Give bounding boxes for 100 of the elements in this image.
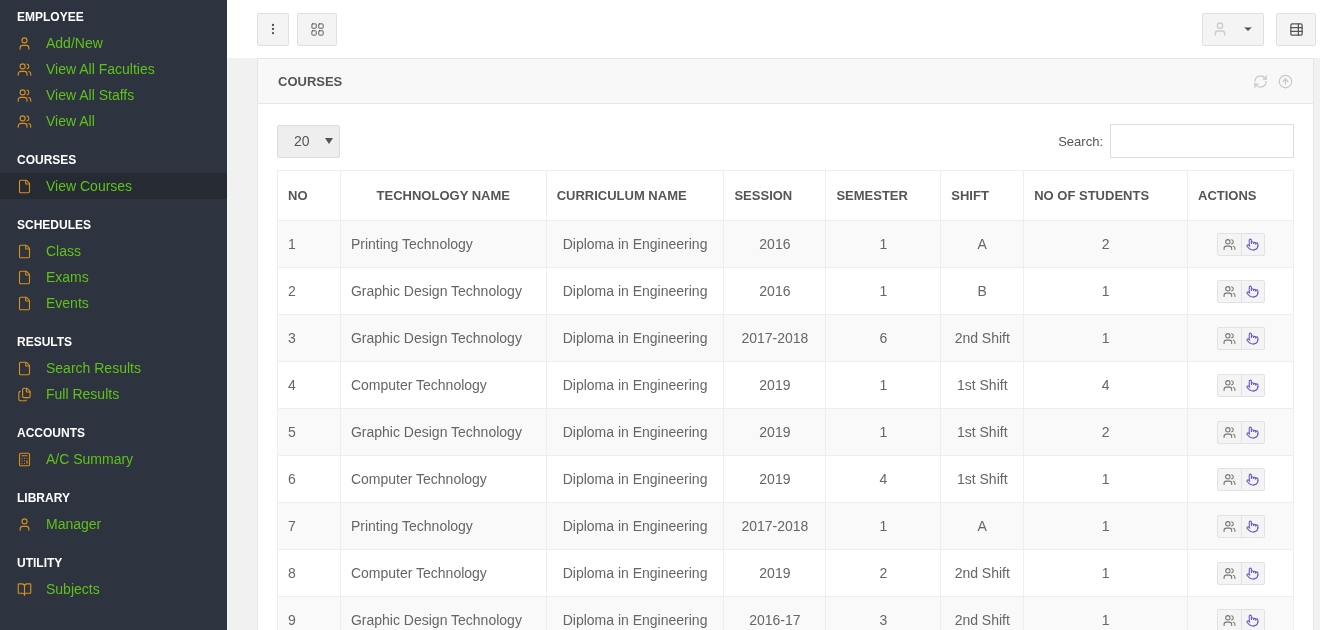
- table-cell: 2019: [723, 361, 826, 409]
- sidebar-item[interactable]: Search Results: [0, 355, 227, 381]
- table-cell: 9: [277, 596, 341, 630]
- table-cell: 2016: [723, 267, 826, 315]
- users-icon: [17, 113, 32, 129]
- hand-icon: [1246, 425, 1259, 439]
- sidebar-item[interactable]: Full Results: [0, 381, 227, 407]
- table-cell: 2019: [723, 408, 826, 456]
- sidebar-item[interactable]: Events: [0, 290, 227, 316]
- sidebar-item[interactable]: Class: [0, 238, 227, 264]
- search-field[interactable]: [1110, 124, 1294, 158]
- table-cell: 2016: [723, 220, 826, 268]
- table-cell: Diploma in Engineering: [546, 455, 724, 503]
- table-cell: Diploma in Engineering: [546, 267, 724, 315]
- table-cell: 6: [825, 314, 941, 362]
- column-header[interactable]: SESSION: [723, 170, 826, 221]
- hand-icon: [1246, 237, 1259, 251]
- table-cell: 1: [1023, 502, 1188, 550]
- sidebar-item[interactable]: Add/New: [0, 30, 227, 56]
- table-cell: 3: [277, 314, 341, 362]
- table-cell: Diploma in Engineering: [546, 220, 724, 268]
- table-cell: 4: [277, 361, 341, 409]
- table-cell: 5: [277, 408, 341, 456]
- table-cell: 2: [277, 267, 341, 315]
- users-icon: [1222, 378, 1236, 392]
- hand-icon: [1246, 566, 1259, 580]
- calculator-icon: [17, 451, 32, 467]
- table-cell: 1: [825, 408, 941, 456]
- file-icon: [17, 243, 32, 259]
- table-cell: B: [940, 267, 1024, 315]
- hand-icon: [1246, 613, 1259, 627]
- table-cell: 4: [1023, 361, 1188, 409]
- user-icon: [17, 516, 32, 532]
- column-header[interactable]: CURRICULUM NAME: [546, 170, 724, 221]
- column-header[interactable]: ACTIONS: [1187, 170, 1294, 221]
- sidebar-item[interactable]: View All: [0, 108, 227, 134]
- table-cell: Printing Technology: [340, 502, 547, 550]
- column-header[interactable]: SEMESTER: [825, 170, 941, 221]
- table-cell: 1: [825, 267, 941, 315]
- table-cell: Computer Technology: [340, 361, 547, 409]
- section-heading: ACCOUNTS: [16, 425, 86, 442]
- table-cell: Graphic Design Technology: [340, 408, 547, 456]
- table-cell: Printing Technology: [340, 220, 547, 268]
- sidebar-item[interactable]: Exams: [0, 264, 227, 290]
- file-icon: [17, 269, 32, 285]
- table-cell: 1st Shift: [940, 455, 1024, 503]
- table-cell: A: [940, 220, 1024, 268]
- column-header[interactable]: NO OF STUDENTS: [1023, 170, 1188, 221]
- users-icon: [1222, 284, 1236, 298]
- sidebar-item[interactable]: View All Staffs: [0, 82, 227, 108]
- column-header[interactable]: TECHNOLOGY NAME: [340, 170, 547, 221]
- table-cell: 1: [825, 502, 941, 550]
- file-icon: [17, 178, 32, 194]
- column-header[interactable]: SHIFT: [940, 170, 1024, 221]
- table-cell: Diploma in Engineering: [546, 361, 724, 409]
- table-cell: 4: [825, 455, 941, 503]
- users-icon: [17, 61, 32, 77]
- caret-icon: [325, 138, 333, 144]
- grid-icon: [309, 21, 325, 37]
- grid-button[interactable]: [297, 12, 337, 46]
- table-cell: 1st Shift: [940, 361, 1024, 409]
- table-cell: 1: [825, 220, 941, 268]
- users-icon: [17, 87, 32, 103]
- table-cell: 1: [1023, 455, 1188, 503]
- section-heading: LIBRARY: [16, 490, 71, 507]
- sidebar-item[interactable]: A/C Summary: [0, 446, 227, 472]
- table-cell: 2019: [723, 455, 826, 503]
- table-cell: 2: [825, 549, 941, 597]
- users-icon: [1222, 237, 1236, 251]
- users-icon: [1222, 519, 1236, 533]
- panel-toggle-button[interactable]: [1276, 12, 1316, 46]
- section-heading: COURSES: [16, 152, 78, 169]
- users-icon: [1222, 613, 1236, 627]
- sidebar-item[interactable]: Subjects: [0, 576, 227, 602]
- table-cell: 2: [1023, 220, 1188, 268]
- hand-icon: [1246, 284, 1259, 298]
- table-cell: 6: [277, 455, 341, 503]
- table-cell: Computer Technology: [340, 549, 547, 597]
- table-cell: 1st Shift: [940, 408, 1024, 456]
- page-size-select[interactable]: 20: [277, 124, 340, 158]
- sidebar-item[interactable]: View All Faculties: [0, 56, 227, 82]
- panel-title: COURSES: [278, 73, 344, 89]
- search-label: Search:: [1058, 133, 1103, 149]
- sidebar-item[interactable]: View Courses: [0, 173, 227, 199]
- file-icon: [17, 360, 32, 376]
- hand-icon: [1246, 472, 1259, 486]
- users-icon: [1222, 566, 1236, 580]
- users-icon: [1222, 331, 1236, 345]
- column-header[interactable]: NO: [277, 170, 341, 221]
- table-cell: Diploma in Engineering: [546, 314, 724, 362]
- table-cell: 2017-2018: [723, 502, 826, 550]
- section-heading: EMPLOYEE: [16, 9, 85, 26]
- table-cell: 7: [277, 502, 341, 550]
- user-icon: [1212, 21, 1228, 37]
- table-cell: 1: [1023, 267, 1188, 315]
- sidebar-item[interactable]: Manager: [0, 511, 227, 537]
- table-cell: Diploma in Engineering: [546, 408, 724, 456]
- table-cell: Graphic Design Technology: [340, 314, 547, 362]
- table-cell: 8: [277, 549, 341, 597]
- table-cell: 1: [1023, 549, 1188, 597]
